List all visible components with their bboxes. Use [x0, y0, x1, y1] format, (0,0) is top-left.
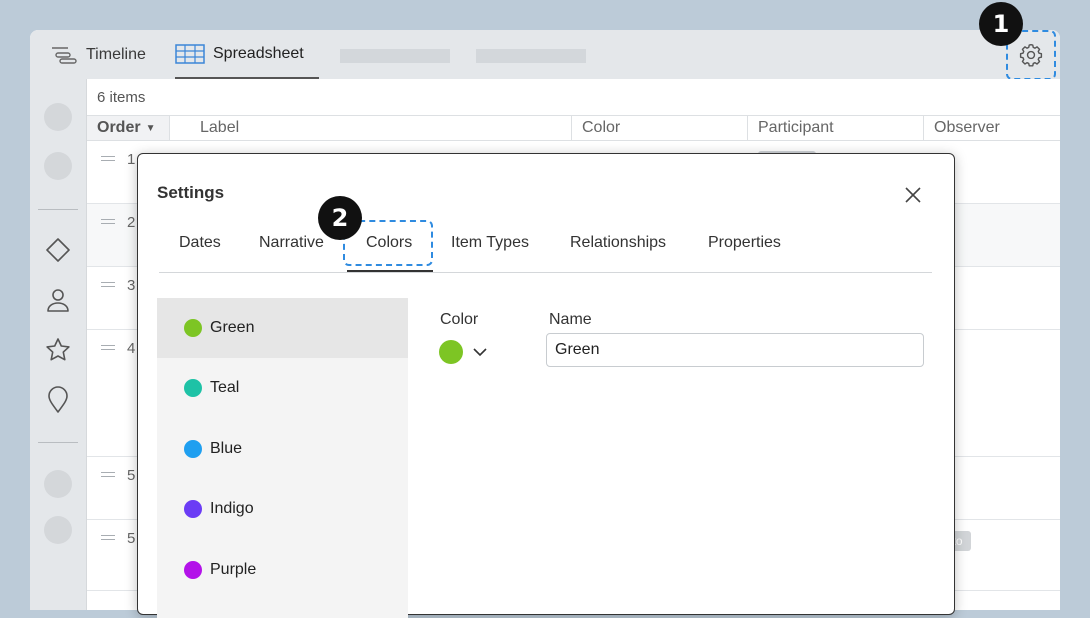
drag-handle-icon[interactable]	[101, 156, 115, 164]
step-badge-1: 1	[979, 2, 1023, 46]
tab-divider	[159, 272, 932, 273]
sidebar	[30, 79, 87, 610]
color-swatch	[184, 561, 202, 579]
column-header-color[interactable]: Color	[572, 115, 748, 141]
color-item-label: Teal	[210, 379, 240, 396]
step-badge-2: 2	[318, 196, 362, 240]
view-tab-bar: Timeline Spreadsheet	[30, 30, 1060, 80]
tab-timeline-label: Timeline	[86, 45, 146, 63]
color-item-label: Green	[210, 319, 255, 336]
color-item-teal[interactable]: Teal	[157, 358, 408, 418]
color-swatch	[184, 319, 202, 337]
sort-down-icon: ▼	[145, 122, 156, 134]
sidebar-placeholder	[44, 103, 72, 131]
gear-icon	[1019, 44, 1043, 67]
tab-spreadsheet-label: Spreadsheet	[213, 44, 304, 62]
color-item-label: Purple	[210, 561, 257, 578]
spreadsheet-icon	[175, 43, 205, 64]
color-swatch	[184, 500, 202, 518]
row-number: 5	[127, 530, 136, 547]
tab-relationships[interactable]: Relationships	[570, 234, 666, 252]
column-header-order[interactable]: Order ▼	[87, 115, 170, 141]
column-header-observer[interactable]: Observer	[924, 115, 1060, 141]
row-number: 1	[127, 151, 136, 168]
row-number: 4	[127, 340, 136, 357]
drag-handle-icon[interactable]	[101, 472, 115, 480]
person-icon[interactable]	[45, 287, 71, 313]
dialog-title: Settings	[157, 183, 225, 202]
item-count: 6 items	[97, 89, 146, 106]
timeline-icon	[52, 46, 77, 64]
color-swatch	[184, 440, 202, 458]
name-field[interactable]	[546, 333, 924, 367]
color-list: Green Teal Blue Indigo Purple	[157, 298, 408, 618]
selected-color-swatch	[439, 340, 463, 364]
tab-dates[interactable]: Dates	[179, 234, 221, 252]
drag-handle-icon[interactable]	[101, 345, 115, 353]
star-icon[interactable]	[45, 337, 71, 363]
diamond-icon[interactable]	[45, 237, 71, 263]
drag-handle-icon[interactable]	[101, 535, 115, 543]
drag-handle-icon[interactable]	[101, 282, 115, 290]
tab-properties[interactable]: Properties	[708, 234, 781, 252]
close-icon[interactable]	[902, 184, 924, 206]
chevron-down-icon	[473, 348, 487, 357]
sidebar-placeholder	[44, 516, 72, 544]
drag-handle-icon[interactable]	[101, 219, 115, 227]
sidebar-placeholder	[44, 470, 72, 498]
color-swatch	[184, 379, 202, 397]
color-picker[interactable]	[439, 340, 489, 364]
column-header-order-label: Order	[97, 119, 141, 136]
row-number: 5	[127, 467, 136, 484]
color-item-label: Blue	[210, 440, 243, 457]
color-item-label: Indigo	[210, 500, 254, 517]
sidebar-divider	[38, 209, 78, 210]
row-number: 2	[127, 214, 136, 231]
color-item-purple[interactable]: Purple	[157, 540, 408, 600]
color-item-green[interactable]: Green	[157, 298, 408, 358]
color-field-label: Color	[440, 311, 479, 328]
sidebar-placeholder	[44, 152, 72, 180]
tab-timeline[interactable]: Timeline	[50, 30, 146, 79]
color-item-blue[interactable]: Blue	[157, 419, 408, 479]
column-header-label[interactable]: Label	[170, 115, 572, 141]
tab-spreadsheet[interactable]: Spreadsheet	[175, 30, 319, 79]
name-field-label: Name	[549, 311, 592, 328]
tab-placeholder	[340, 49, 450, 63]
tab-placeholder	[476, 49, 586, 63]
settings-dialog: Settings Dates Narrative Colors Item Typ…	[137, 153, 955, 618]
color-item-indigo[interactable]: Indigo	[157, 479, 408, 539]
sidebar-divider	[38, 442, 78, 443]
tab-narrative[interactable]: Narrative	[259, 234, 324, 252]
column-header-participant[interactable]: Participant	[748, 115, 924, 141]
location-pin-icon[interactable]	[45, 386, 71, 414]
row-number: 3	[127, 277, 136, 294]
tab-item-types[interactable]: Item Types	[451, 234, 529, 252]
